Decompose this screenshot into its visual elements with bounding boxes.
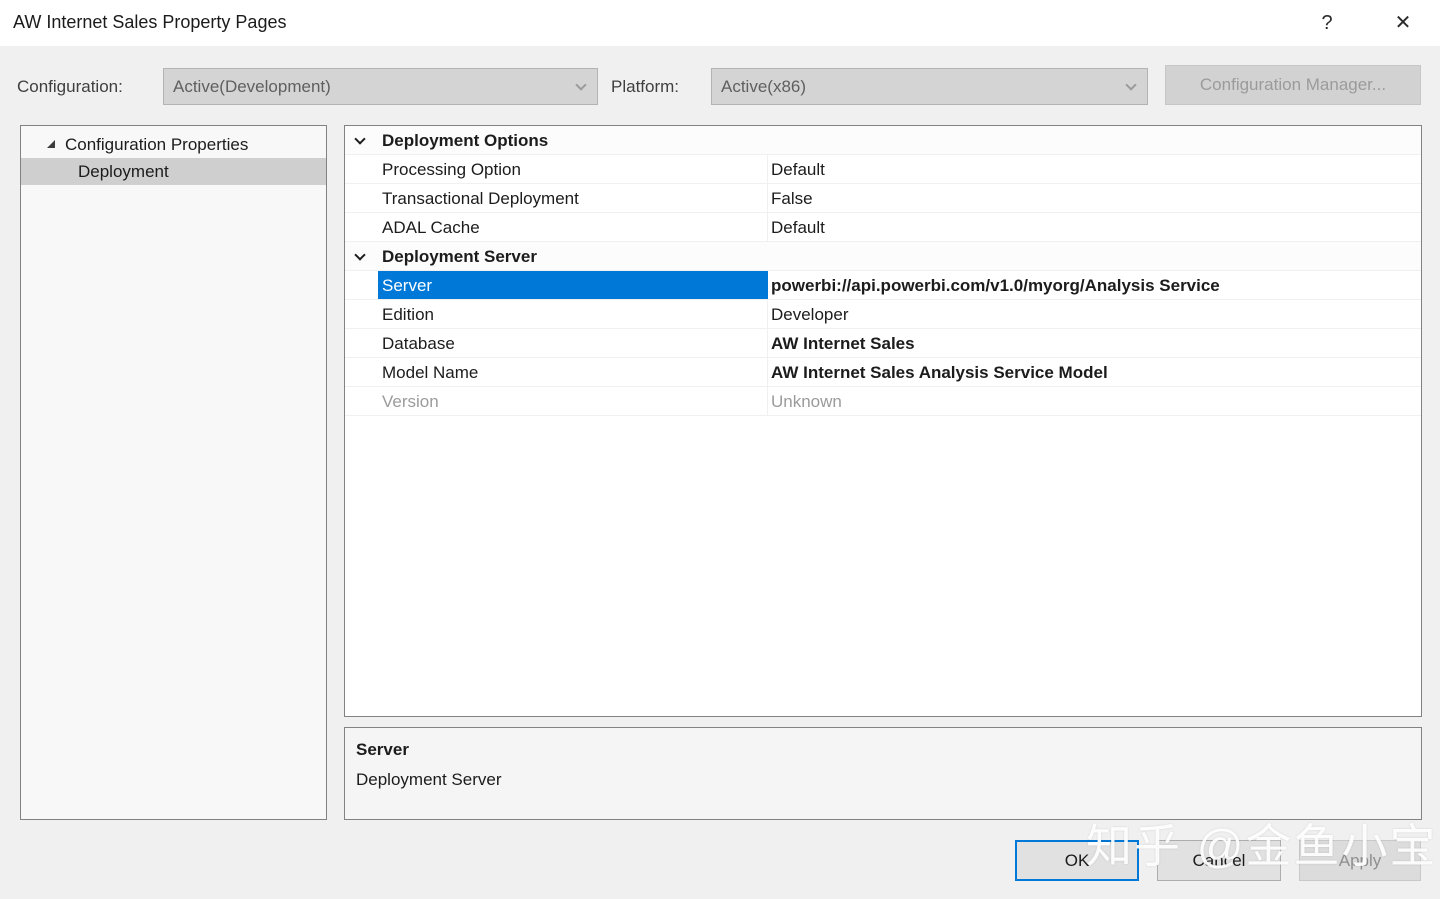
property-row-transactional-deployment[interactable]: Transactional Deployment False — [345, 184, 1421, 213]
property-name[interactable]: Database — [378, 329, 768, 357]
chevron-down-icon — [354, 133, 365, 144]
property-value[interactable]: Developer — [768, 300, 1421, 328]
property-name[interactable]: Processing Option — [378, 155, 768, 183]
row-indent — [345, 271, 378, 299]
row-indent — [345, 387, 378, 415]
title-bar: AW Internet Sales Property Pages ? ✕ — [0, 0, 1440, 46]
configuration-manager-button[interactable]: Configuration Manager... — [1165, 65, 1421, 105]
property-row-edition[interactable]: Edition Developer — [345, 300, 1421, 329]
group-row-deployment-server[interactable]: Deployment Server — [345, 242, 1421, 271]
description-title: Server — [356, 740, 1421, 760]
group-row-deployment-options[interactable]: Deployment Options — [345, 126, 1421, 155]
apply-button[interactable]: Apply — [1299, 840, 1421, 881]
row-indent — [345, 329, 378, 357]
property-value[interactable]: AW Internet Sales Analysis Service Model — [768, 358, 1421, 386]
property-value[interactable]: False — [768, 184, 1421, 212]
property-row-processing-option[interactable]: Processing Option Default — [345, 155, 1421, 184]
chevron-down-icon — [354, 249, 365, 260]
configuration-label: Configuration: — [17, 77, 123, 97]
platform-dropdown[interactable]: Active(x86) — [711, 68, 1148, 105]
configuration-dropdown[interactable]: Active(Development) — [163, 68, 598, 105]
property-name[interactable]: Transactional Deployment — [378, 184, 768, 212]
property-value[interactable]: powerbi://api.powerbi.com/v1.0/myorg/Ana… — [768, 271, 1421, 299]
platform-label: Platform: — [611, 77, 679, 97]
row-indent — [345, 300, 378, 328]
group-label: Deployment Server — [378, 242, 768, 270]
property-row-server[interactable]: Server powerbi://api.powerbi.com/v1.0/my… — [345, 271, 1421, 300]
cancel-button[interactable]: Cancel — [1157, 840, 1281, 881]
group-label: Deployment Options — [378, 126, 768, 154]
property-grid: Deployment Options Processing Option Def… — [344, 125, 1422, 717]
property-name[interactable]: Server — [378, 271, 768, 299]
property-value[interactable]: AW Internet Sales — [768, 329, 1421, 357]
tree-node-label: Deployment — [78, 162, 169, 181]
property-name[interactable]: Edition — [378, 300, 768, 328]
property-value[interactable]: Default — [768, 155, 1421, 183]
row-indent — [345, 213, 378, 241]
property-row-version[interactable]: Version Unknown — [345, 387, 1421, 416]
property-pages-dialog: AW Internet Sales Property Pages ? ✕ Con… — [0, 0, 1440, 899]
configuration-dropdown-value: Active(Development) — [173, 77, 331, 96]
property-name[interactable]: Model Name — [378, 358, 768, 386]
description-text: Deployment Server — [356, 770, 1421, 790]
property-name[interactable]: Version — [378, 387, 768, 415]
property-value[interactable]: Unknown — [768, 387, 1421, 415]
chevron-down-icon — [575, 79, 586, 90]
group-value-spacer — [768, 126, 1421, 154]
property-row-model-name[interactable]: Model Name AW Internet Sales Analysis Se… — [345, 358, 1421, 387]
description-panel: Server Deployment Server — [344, 727, 1422, 820]
help-icon[interactable]: ? — [1310, 6, 1344, 40]
tree-expanded-icon[interactable] — [47, 140, 55, 148]
row-indent — [345, 184, 378, 212]
ok-button[interactable]: OK — [1015, 840, 1139, 881]
tree-node-deployment[interactable]: Deployment — [21, 158, 326, 185]
property-row-database[interactable]: Database AW Internet Sales — [345, 329, 1421, 358]
property-value[interactable]: Default — [768, 213, 1421, 241]
tree-node-label: Configuration Properties — [65, 135, 248, 154]
group-expander[interactable] — [345, 126, 378, 154]
row-indent — [345, 358, 378, 386]
chevron-down-icon — [1125, 79, 1136, 90]
group-expander[interactable] — [345, 242, 378, 270]
platform-dropdown-value: Active(x86) — [721, 77, 806, 96]
row-indent — [345, 155, 378, 183]
property-row-adal-cache[interactable]: ADAL Cache Default — [345, 213, 1421, 242]
group-value-spacer — [768, 242, 1421, 270]
tree-node-configuration-properties[interactable]: Configuration Properties — [21, 131, 326, 158]
configuration-tree-panel: Configuration Properties Deployment — [20, 125, 327, 820]
property-name[interactable]: ADAL Cache — [378, 213, 768, 241]
dialog-title: AW Internet Sales Property Pages — [13, 12, 286, 33]
close-icon[interactable]: ✕ — [1386, 6, 1420, 40]
